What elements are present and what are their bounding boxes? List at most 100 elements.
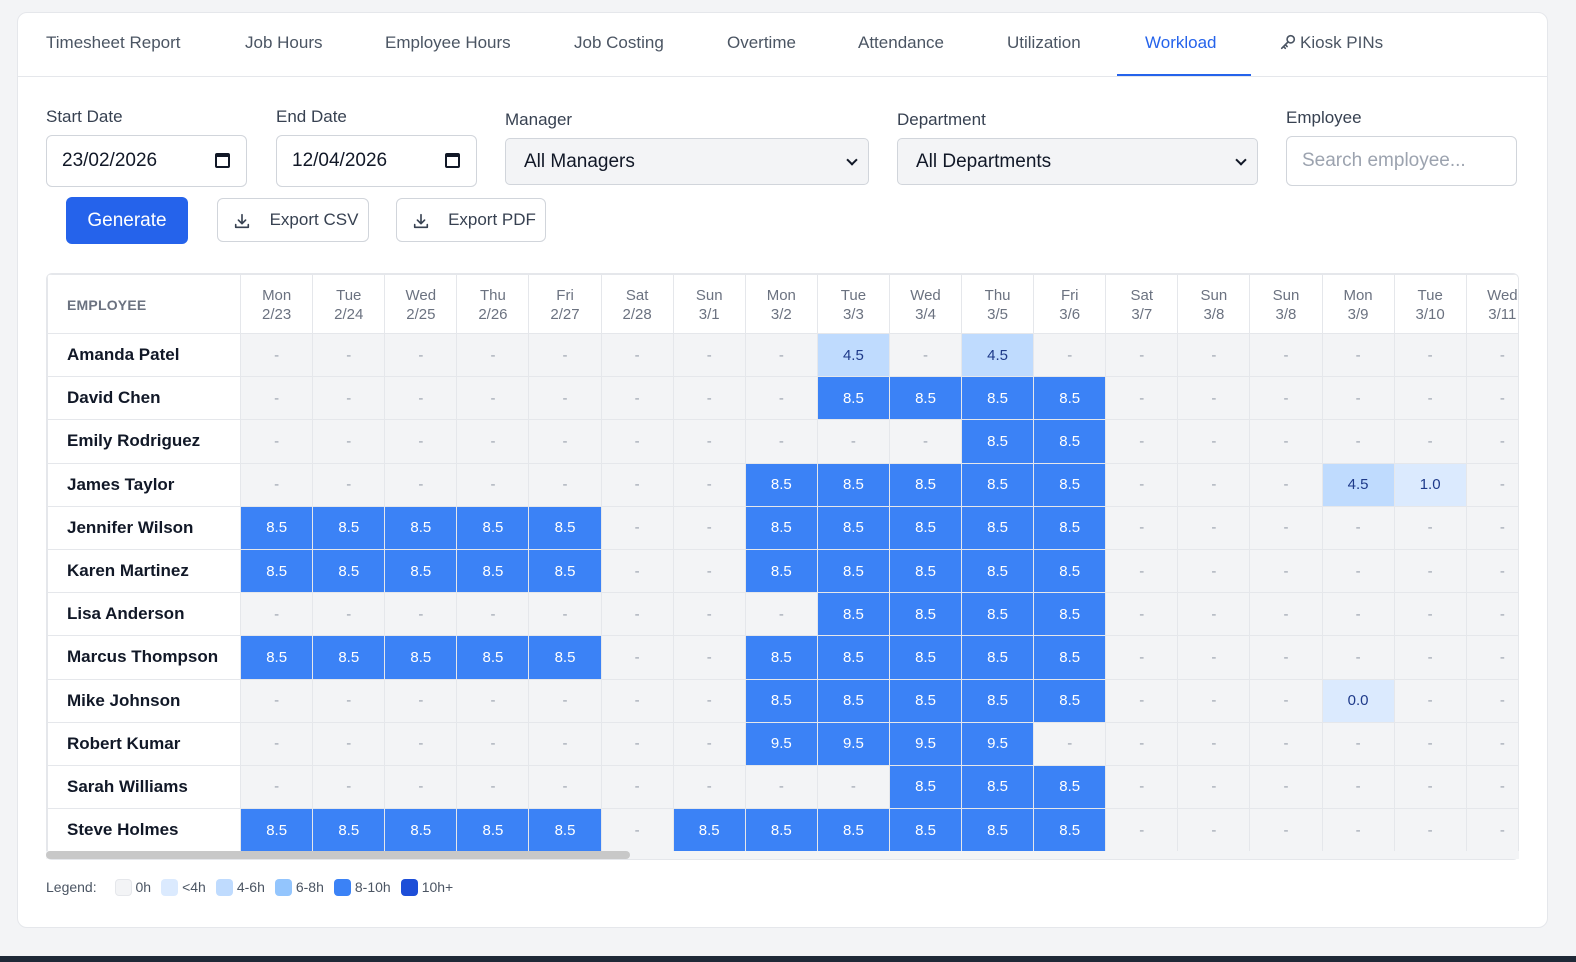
tab-overtime[interactable]: Overtime <box>727 13 796 77</box>
tab-employee-hours[interactable]: Employee Hours <box>385 13 511 77</box>
hours-cell[interactable]: 8.5 <box>528 548 602 594</box>
tab-workload[interactable]: Workload <box>1145 13 1217 77</box>
hours-cell[interactable]: 8.5 <box>1033 376 1107 421</box>
hours-cell[interactable]: - <box>456 678 530 723</box>
hours-cell[interactable]: - <box>1393 419 1467 464</box>
hours-cell[interactable]: - <box>240 764 314 810</box>
hours-cell[interactable]: 9.5 <box>816 721 890 766</box>
hours-cell[interactable]: 4.5 <box>816 332 890 378</box>
hours-cell[interactable]: 8.5 <box>888 376 963 421</box>
hours-cell[interactable]: - <box>1465 419 1518 464</box>
hours-cell[interactable]: - <box>1465 376 1518 421</box>
hours-cell[interactable]: - <box>1465 721 1518 766</box>
hours-cell[interactable]: - <box>240 678 314 723</box>
hours-cell[interactable]: 4.5 <box>961 332 1035 378</box>
hours-cell[interactable]: 8.5 <box>888 808 963 853</box>
hours-cell[interactable]: - <box>1393 721 1467 766</box>
hours-cell[interactable]: - <box>672 505 746 550</box>
hours-cell[interactable]: - <box>1177 376 1251 421</box>
hours-cell[interactable]: 8.5 <box>888 462 963 507</box>
hours-cell[interactable]: - <box>744 419 818 464</box>
hours-cell[interactable]: - <box>1105 419 1179 464</box>
tab-utilization[interactable]: Utilization <box>1007 13 1081 77</box>
hours-cell[interactable]: - <box>1177 721 1251 766</box>
hours-cell[interactable]: 9.5 <box>961 721 1035 766</box>
hours-cell[interactable]: - <box>1177 678 1251 723</box>
hours-cell[interactable]: - <box>528 332 602 378</box>
hours-cell[interactable]: 8.5 <box>961 764 1035 810</box>
hours-cell[interactable]: - <box>1105 462 1179 507</box>
hours-cell[interactable]: - <box>1177 462 1251 507</box>
hours-cell[interactable]: - <box>1105 721 1179 766</box>
hours-cell[interactable]: 8.5 <box>961 376 1035 421</box>
hours-cell[interactable]: - <box>1105 505 1179 550</box>
hours-cell[interactable]: 0.0 <box>1321 678 1395 723</box>
hours-cell[interactable]: - <box>1393 332 1467 378</box>
hours-cell[interactable]: 8.5 <box>1033 592 1107 637</box>
hours-cell[interactable]: - <box>1321 376 1395 421</box>
hours-cell[interactable]: 8.5 <box>961 635 1035 680</box>
hours-cell[interactable]: - <box>600 419 674 464</box>
hours-cell[interactable]: - <box>456 332 530 378</box>
hours-cell[interactable]: - <box>600 505 674 550</box>
hours-cell[interactable]: - <box>1177 764 1251 810</box>
hours-cell[interactable]: - <box>1249 808 1323 853</box>
hours-cell[interactable]: - <box>1105 808 1179 853</box>
manager-select[interactable]: All Managers <box>505 138 869 185</box>
hours-cell[interactable]: - <box>1393 376 1467 421</box>
hours-cell[interactable]: - <box>600 678 674 723</box>
hours-cell[interactable]: 8.5 <box>816 548 890 594</box>
hours-cell[interactable]: - <box>888 419 963 464</box>
tab-job-costing[interactable]: Job Costing <box>574 13 664 77</box>
hours-cell[interactable]: - <box>528 462 602 507</box>
hours-cell[interactable]: - <box>1321 635 1395 680</box>
hours-cell[interactable]: - <box>240 721 314 766</box>
hours-cell[interactable]: 8.5 <box>384 635 458 680</box>
hours-cell[interactable]: - <box>1177 592 1251 637</box>
hours-cell[interactable]: - <box>1465 678 1518 723</box>
hours-cell[interactable]: - <box>1249 548 1323 594</box>
hours-cell[interactable]: 8.5 <box>744 462 818 507</box>
hours-cell[interactable]: 8.5 <box>312 548 386 594</box>
hours-cell[interactable]: - <box>600 808 674 853</box>
hours-cell[interactable]: - <box>240 462 314 507</box>
hours-cell[interactable]: - <box>1393 548 1467 594</box>
hours-cell[interactable]: - <box>1105 764 1179 810</box>
hours-cell[interactable]: 8.5 <box>888 592 963 637</box>
hours-cell[interactable]: - <box>384 764 458 810</box>
hours-cell[interactable]: 8.5 <box>888 678 963 723</box>
hours-cell[interactable]: - <box>456 462 530 507</box>
hours-cell[interactable]: 8.5 <box>312 635 386 680</box>
hours-cell[interactable]: - <box>1033 721 1107 766</box>
hours-cell[interactable]: 8.5 <box>816 462 890 507</box>
hours-cell[interactable]: 8.5 <box>888 764 963 810</box>
hours-cell[interactable]: - <box>384 462 458 507</box>
hours-cell[interactable]: - <box>312 678 386 723</box>
hours-cell[interactable]: - <box>1465 505 1518 550</box>
hours-cell[interactable]: - <box>1465 764 1518 810</box>
hours-cell[interactable]: - <box>528 419 602 464</box>
hours-cell[interactable]: - <box>1177 505 1251 550</box>
hours-cell[interactable]: - <box>1105 332 1179 378</box>
hours-cell[interactable]: 8.5 <box>1033 808 1107 853</box>
hours-cell[interactable]: 9.5 <box>744 721 818 766</box>
hours-cell[interactable]: - <box>744 376 818 421</box>
hours-cell[interactable]: 8.5 <box>1033 678 1107 723</box>
hours-cell[interactable]: - <box>1249 332 1323 378</box>
export-pdf-button[interactable]: Export PDF <box>396 198 546 242</box>
hours-cell[interactable]: - <box>1393 635 1467 680</box>
hours-cell[interactable]: - <box>1177 635 1251 680</box>
hours-cell[interactable]: - <box>456 721 530 766</box>
hours-cell[interactable]: 8.5 <box>1033 764 1107 810</box>
hours-cell[interactable]: 8.5 <box>528 635 602 680</box>
hours-cell[interactable]: - <box>672 332 746 378</box>
hours-cell[interactable]: 8.5 <box>456 548 530 594</box>
hours-cell[interactable]: 8.5 <box>816 678 890 723</box>
hours-cell[interactable]: 8.5 <box>456 635 530 680</box>
hours-cell[interactable]: - <box>672 721 746 766</box>
tab-timesheet-report[interactable]: Timesheet Report <box>46 13 180 77</box>
hours-cell[interactable]: 8.5 <box>1033 548 1107 594</box>
hours-cell[interactable]: 8.5 <box>744 548 818 594</box>
hours-cell[interactable]: - <box>1177 332 1251 378</box>
hours-cell[interactable]: - <box>456 419 530 464</box>
